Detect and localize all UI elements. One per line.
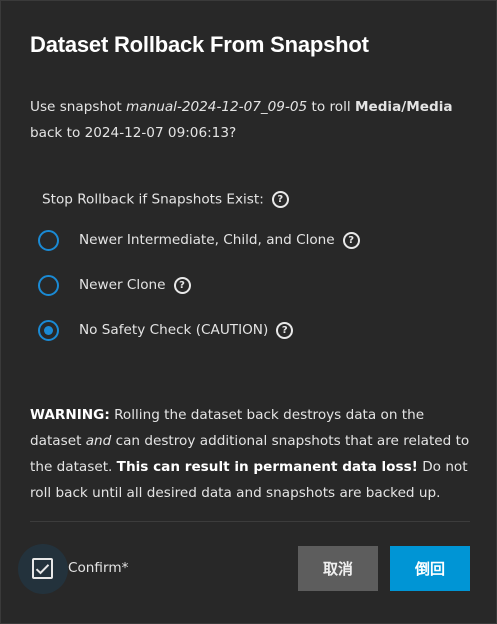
confirm-checkbox[interactable]	[32, 558, 53, 579]
rollback-dialog: Dataset Rollback From Snapshot Use snaps…	[0, 0, 497, 624]
confirm-label: Confirm*	[68, 560, 129, 576]
radio-option-no-safety[interactable]: No Safety Check (CAUTION) ?	[38, 317, 294, 343]
dialog-title: Dataset Rollback From Snapshot	[30, 32, 369, 57]
intro-prefix: Use snapshot	[30, 99, 127, 115]
radio-group-label: Stop Rollback if Snapshots Exist:?	[42, 191, 289, 208]
intro-text: Use snapshot manual-2024-12-07_09-05 to …	[30, 94, 470, 146]
radio-label: No Safety Check (CAUTION)	[79, 322, 269, 338]
divider	[30, 521, 470, 522]
check-icon	[35, 563, 50, 574]
radio-button-checked[interactable]	[38, 319, 59, 341]
radio-button[interactable]	[38, 274, 59, 296]
warning-emphasis: This can result in permanent data loss!	[116, 459, 418, 475]
radio-label: Newer Intermediate, Child, and Clone	[79, 232, 335, 248]
intro-middle: to roll	[307, 99, 355, 115]
help-icon[interactable]: ?	[271, 191, 289, 208]
help-icon[interactable]: ?	[173, 276, 191, 294]
radio-option-intermediate[interactable]: Newer Intermediate, Child, and Clone ?	[38, 227, 360, 253]
cancel-button[interactable]: 取消	[298, 546, 378, 591]
help-icon[interactable]: ?	[276, 321, 294, 339]
warning-text: WARNING: Rolling the dataset back destro…	[30, 402, 475, 506]
rollback-button[interactable]: 倒回	[390, 546, 470, 591]
warning-and: and	[85, 433, 112, 449]
intro-line2: back to 2024-12-07 09:06:13?	[30, 125, 237, 141]
warning-prefix: WARNING:	[30, 407, 110, 423]
radio-button[interactable]	[38, 229, 59, 251]
radio-label: Newer Clone	[79, 277, 166, 293]
help-icon[interactable]: ?	[342, 231, 360, 249]
radio-group-label-text: Stop Rollback if Snapshots Exist:	[42, 191, 264, 208]
radio-option-clone[interactable]: Newer Clone ?	[38, 272, 191, 298]
snapshot-name: manual-2024-12-07_09-05	[126, 99, 308, 115]
dataset-name: Media/Media	[354, 99, 453, 115]
